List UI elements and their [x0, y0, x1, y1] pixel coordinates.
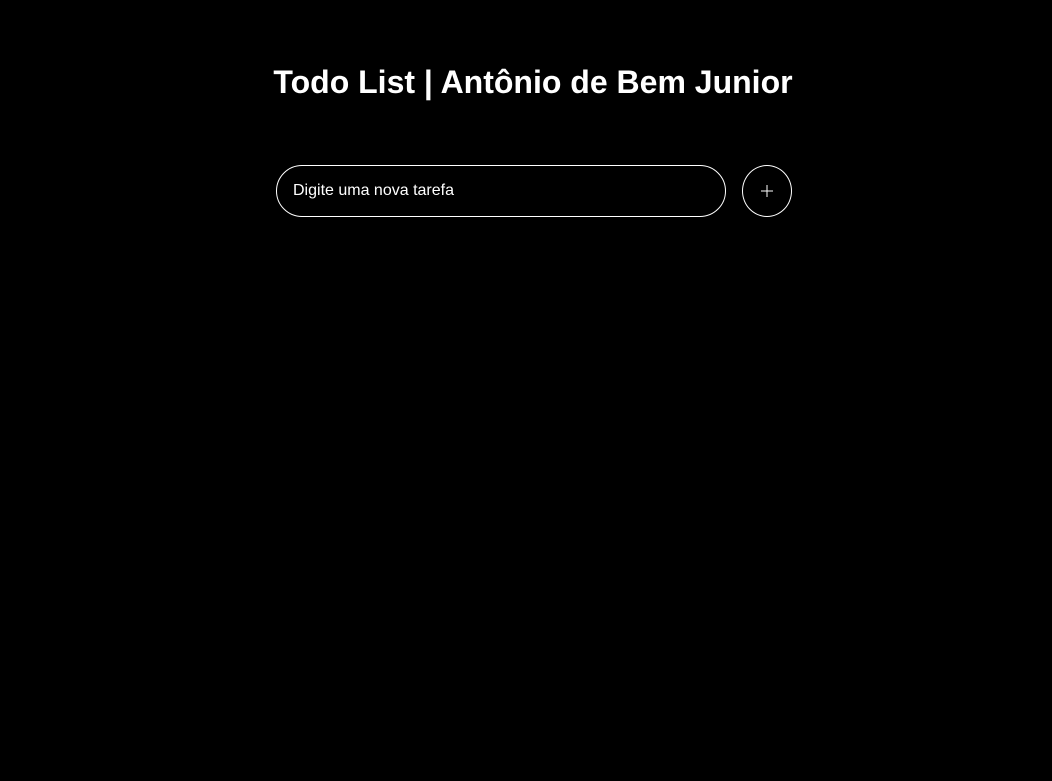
- new-task-input[interactable]: [276, 165, 726, 217]
- add-task-button[interactable]: [742, 165, 792, 217]
- page-title: Todo List | Antônio de Bem Junior: [273, 64, 793, 100]
- page: Todo List | Antônio de Bem Junior: [0, 0, 1052, 781]
- plus-icon: [761, 185, 773, 197]
- todo-form: [276, 165, 792, 217]
